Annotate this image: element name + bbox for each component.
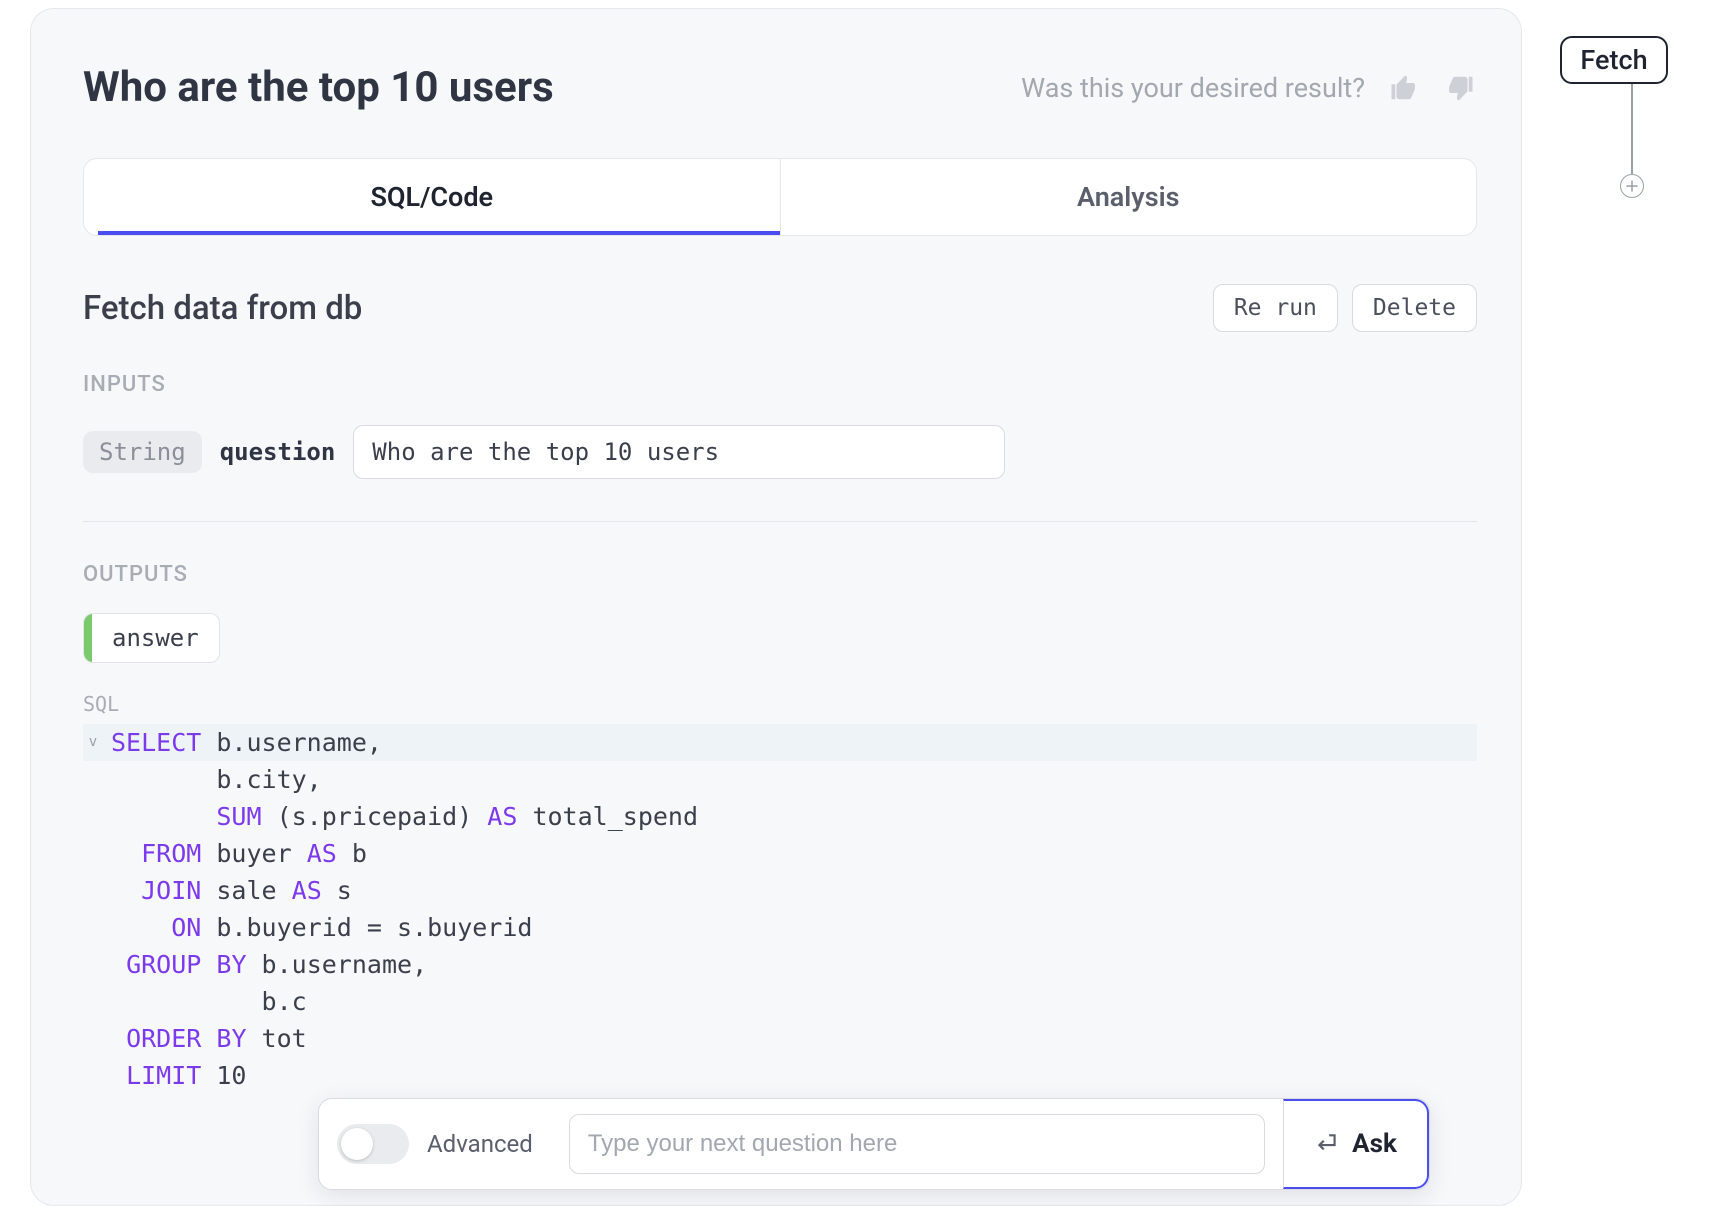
output-chip-label: answer [92, 614, 219, 662]
inputs-label: INPUTS [83, 372, 1477, 397]
tabs: SQL/Code Analysis [83, 158, 1477, 236]
flow-connector [1631, 84, 1633, 174]
thumbs-down-button[interactable] [1443, 71, 1477, 105]
outputs-label: OUTPUTS [83, 562, 1477, 587]
ask-button-label: Ask [1352, 1129, 1397, 1159]
thumbs-up-button[interactable] [1387, 71, 1421, 105]
thumbs-up-icon [1389, 73, 1419, 103]
ask-input[interactable] [569, 1114, 1265, 1174]
thumbs-down-icon [1445, 73, 1475, 103]
section-title: Fetch data from db [83, 289, 362, 328]
delete-button[interactable]: Delete [1352, 284, 1477, 332]
page-title: Who are the top 10 users [83, 63, 554, 112]
enter-icon [1314, 1131, 1340, 1157]
main-panel: Who are the top 10 users Was this your d… [30, 8, 1522, 1206]
sql-label: SQL [83, 692, 1477, 716]
plus-icon [1626, 180, 1638, 192]
question-input[interactable] [353, 425, 1005, 479]
divider [83, 521, 1477, 522]
flow-node-fetch[interactable]: Fetch [1560, 36, 1667, 84]
ask-bar: Advanced Ask [318, 1098, 1430, 1190]
advanced-toggle-label: Advanced [427, 1130, 533, 1158]
feedback-prompt: Was this your desired result? [1021, 72, 1365, 104]
advanced-toggle[interactable] [337, 1124, 409, 1164]
add-node-button[interactable] [1620, 174, 1644, 198]
rerun-button[interactable]: Re run [1213, 284, 1338, 332]
sql-code-block[interactable]: vSELECT b.username, b.city, SUM (s.price… [83, 724, 1477, 1094]
tab-analysis[interactable]: Analysis [781, 159, 1477, 235]
tab-sql-code[interactable]: SQL/Code [84, 159, 781, 235]
input-param-name: question [220, 438, 336, 466]
ask-button[interactable]: Ask [1283, 1099, 1429, 1189]
input-type-pill: String [83, 431, 202, 473]
output-chip[interactable]: answer [83, 613, 220, 663]
fold-chevron-icon[interactable]: v [83, 724, 103, 761]
flow-rail: Fetch [1534, 36, 1694, 198]
